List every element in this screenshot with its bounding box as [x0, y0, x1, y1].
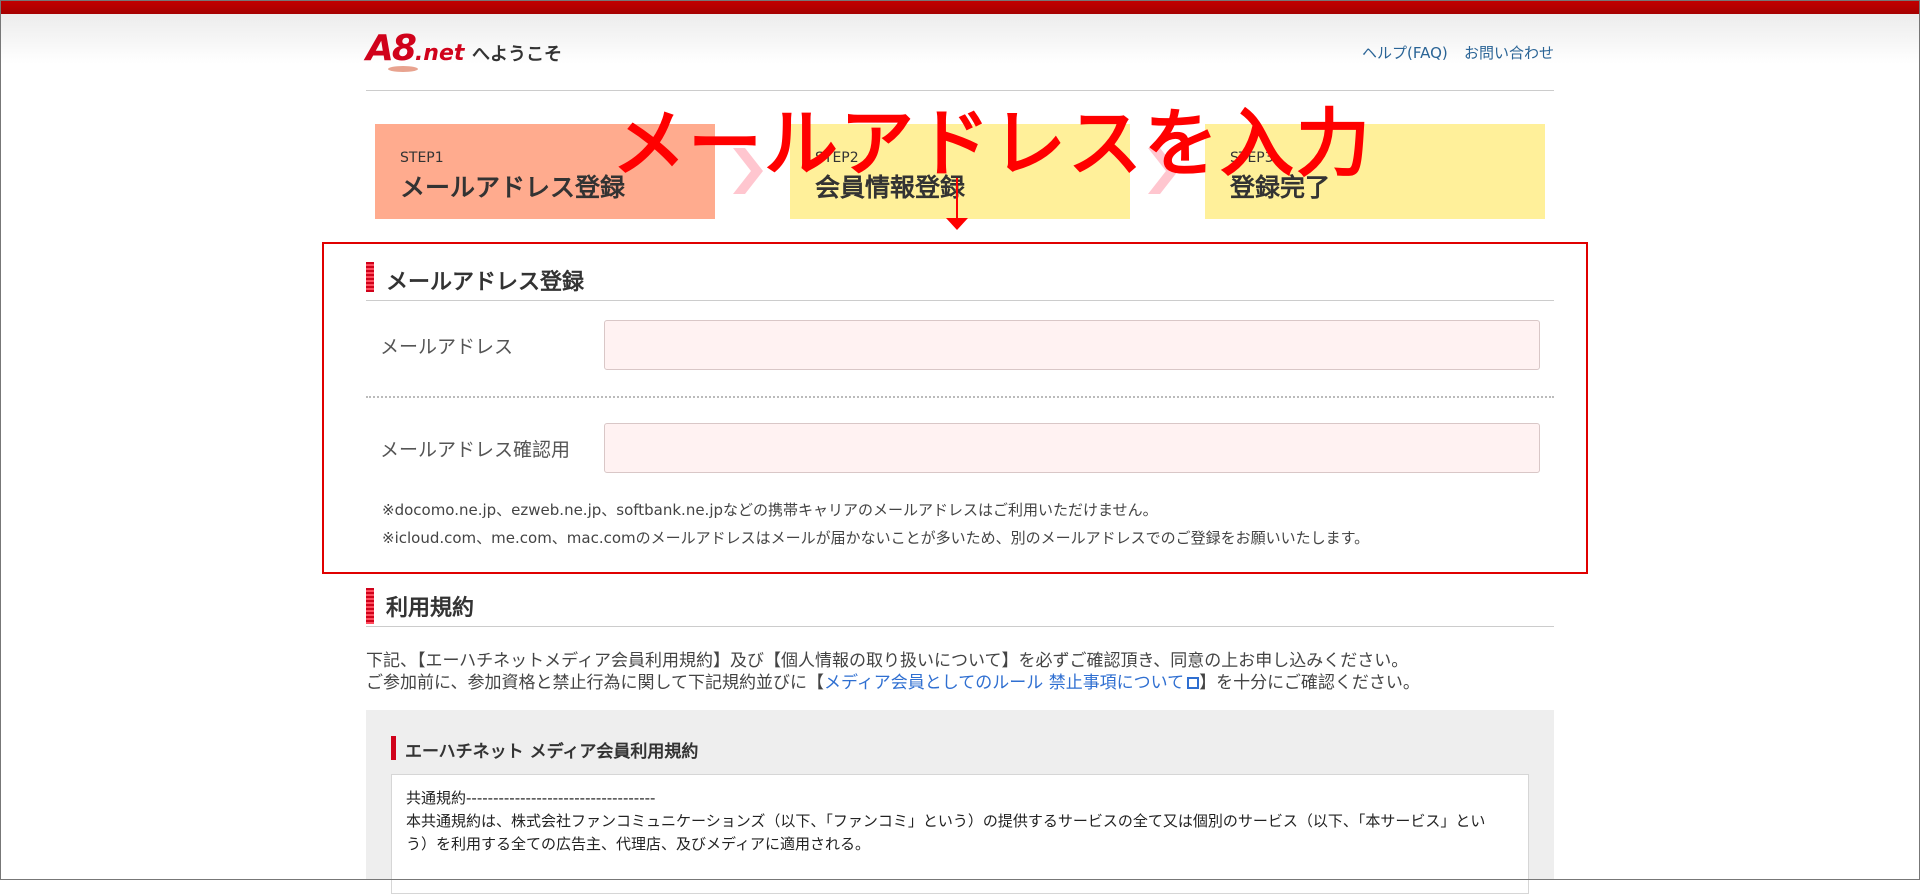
logo-suffix-text: .net [414, 41, 465, 66]
media-rules-link-text: メディア会員としてのルール 禁止事項について [823, 673, 1185, 693]
external-link-icon [1187, 677, 1200, 689]
brand-top-bar [0, 0, 1920, 14]
terms-intro-line-2: ご参加前に、参加資格と禁止行為に関して下記規約並びに【メディア会員としてのルール… [366, 668, 1420, 693]
terms-text-area[interactable]: 共通規約----------------------------------- … [391, 774, 1529, 894]
help-faq-link[interactable]: ヘルプ(FAQ) [1362, 42, 1448, 63]
logo-main-text: A8 [366, 28, 417, 69]
welcome-text: へようこそ [472, 44, 562, 65]
media-rules-link[interactable]: メディア会員としてのルール 禁止事項について [823, 673, 1200, 693]
a8net-logo[interactable]: A8.net [366, 28, 464, 69]
section-marker-icon [366, 588, 374, 624]
site-header: A8.net へようこそ ヘルプ(FAQ) お問い合わせ [366, 28, 1554, 91]
annotation-title: メールアドレスを入力 [612, 101, 1372, 187]
terms-panel-title: エーハチネット メディア会員利用規約 [405, 742, 699, 762]
terms-panel: エーハチネット メディア会員利用規約 共通規約-----------------… [366, 710, 1554, 894]
terms-section-header: 利用規約 [366, 588, 1554, 627]
terms-line: う）を利用する全ての広告主、代理店、及びメディアに適用される。 [406, 835, 870, 853]
annotation-arrow-icon [946, 218, 968, 230]
terms-line: 本共通規約は、株式会社ファンコミュニケーションズ（以下、「ファンコミ」という）の… [406, 812, 1486, 830]
annotation-highlight-box [322, 242, 1588, 574]
panel-marker-icon [391, 736, 396, 760]
terms-line: 共通規約----------------------------------- [406, 789, 656, 807]
intro-prefix: ご参加前に、参加資格と禁止行為に関して下記規約並びに【 [366, 673, 824, 693]
intro-suffix: 】を十分にご確認ください。 [1199, 673, 1420, 693]
contact-link[interactable]: お問い合わせ [1464, 42, 1554, 63]
section-title: 利用規約 [386, 596, 475, 621]
logo-swoosh [388, 66, 418, 72]
